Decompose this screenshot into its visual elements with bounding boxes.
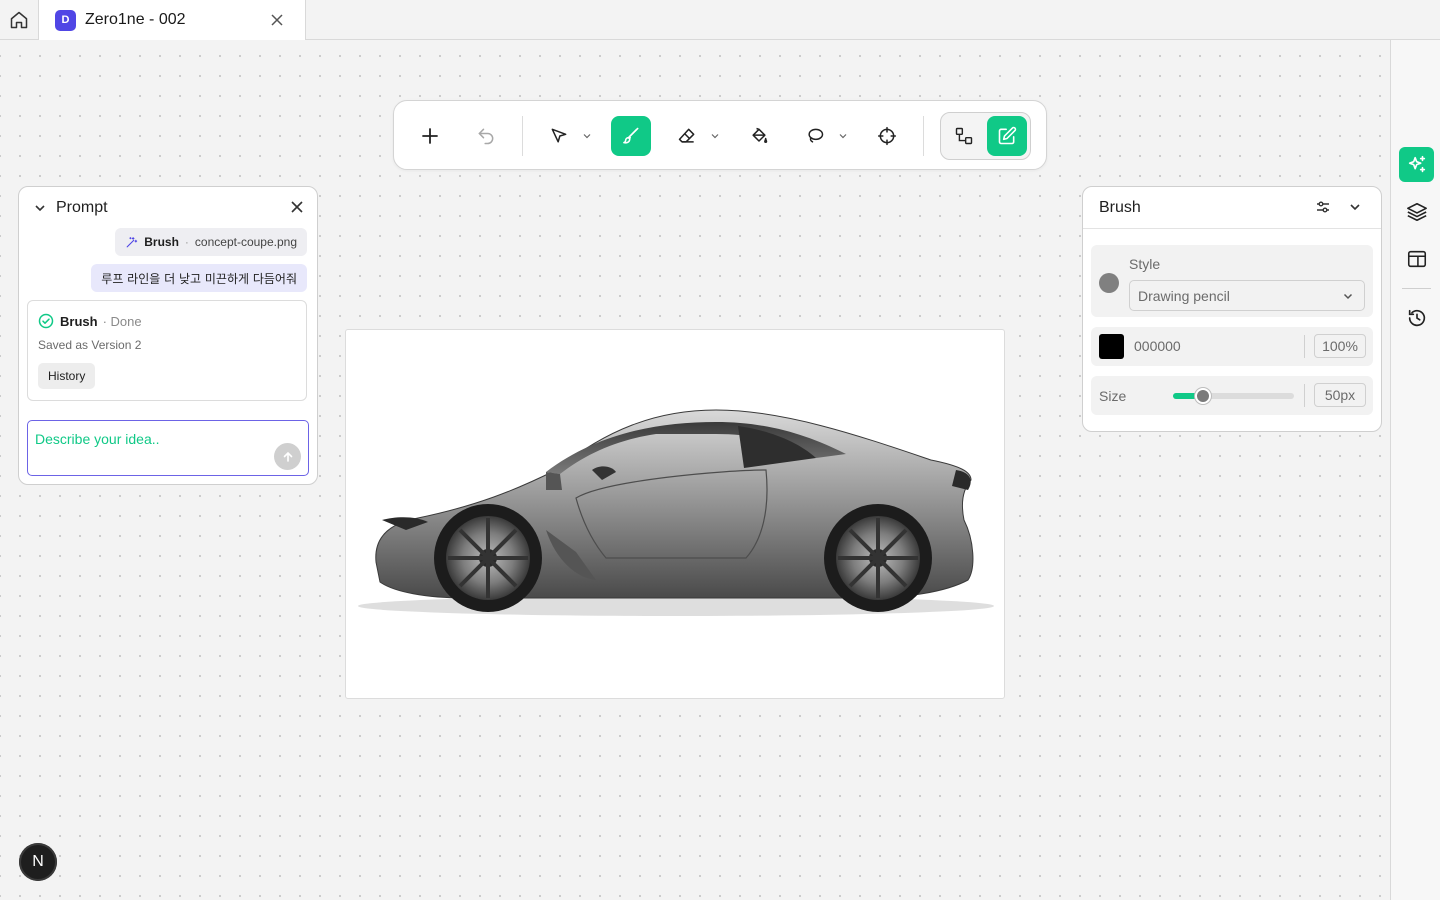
layout-icon <box>1407 250 1426 267</box>
size-input[interactable]: 50px <box>1314 383 1366 407</box>
result-status: · Done <box>102 313 142 329</box>
add-tool[interactable] <box>410 116 450 156</box>
result-card: Brush · Done Saved as Version 2 History <box>27 300 307 401</box>
result-header: Brush · Done <box>38 313 142 329</box>
paint-bucket-icon <box>752 127 768 143</box>
brush-tool[interactable] <box>611 116 651 156</box>
panel-title: Brush <box>1099 199 1141 216</box>
edit-mode-button[interactable] <box>987 116 1027 156</box>
undo-icon <box>478 128 494 145</box>
tab-bar: D Zero1ne - 002 <box>0 0 1440 40</box>
document-tab[interactable]: D Zero1ne - 002 <box>39 0 306 40</box>
chevron-down-icon[interactable] <box>583 132 591 140</box>
user-message: 루프 라인을 더 낮고 미끈하게 다듬어줘 <box>91 264 307 292</box>
style-section: Style Drawing pencil <box>1091 245 1373 317</box>
plus-icon <box>422 128 438 144</box>
color-hex-input[interactable]: 000000 <box>1134 338 1181 354</box>
layers-button[interactable] <box>1399 194 1434 229</box>
toolbar-divider <box>522 116 523 156</box>
color-swatch[interactable] <box>1099 334 1124 359</box>
lasso-icon <box>808 128 824 143</box>
canvas-image[interactable] <box>345 329 1005 699</box>
attachment-chip: Brush · concept-coupe.png <box>115 228 307 256</box>
layers-icon <box>1406 202 1427 221</box>
fill-tool[interactable] <box>739 116 779 156</box>
shapes-icon <box>955 127 973 145</box>
pointer-icon <box>551 128 567 143</box>
node-mode-button[interactable] <box>944 116 984 156</box>
color-section: 000000 100% <box>1091 327 1373 366</box>
style-label: Style <box>1129 256 1161 272</box>
right-rail <box>1390 40 1440 900</box>
workspace-badge: D <box>55 9 76 31</box>
arrow-up-icon <box>283 451 292 462</box>
history-button[interactable] <box>1399 300 1434 335</box>
layout-button[interactable] <box>1399 241 1434 276</box>
style-preview-dot <box>1099 273 1119 293</box>
chevron-down-icon[interactable] <box>1347 199 1363 215</box>
lasso-tool[interactable] <box>795 116 835 156</box>
tab-title: Zero1ne - 002 <box>85 11 186 28</box>
prompt-placeholder: Describe your idea.. <box>35 431 160 447</box>
drawing-toolbar <box>393 100 1047 170</box>
send-button[interactable] <box>274 443 301 470</box>
history-icon <box>1408 309 1425 326</box>
chevron-down-icon <box>1343 293 1353 300</box>
sparkle-icon <box>1408 155 1425 172</box>
result-tool-name: Brush <box>60 313 98 329</box>
mode-switch <box>940 112 1031 160</box>
prompt-panel: Prompt Brush · concept-coupe.png 루프 라인을 … <box>18 186 318 485</box>
panel-title: Prompt <box>56 199 108 216</box>
style-dropdown[interactable]: Drawing pencil <box>1129 280 1365 311</box>
size-section: Size 50px <box>1091 376 1373 415</box>
home-icon <box>10 11 28 28</box>
edit-icon <box>998 126 1017 145</box>
chip-tool-name: Brush <box>144 235 179 249</box>
field-divider <box>1304 335 1305 358</box>
home-button[interactable] <box>0 0 39 39</box>
select-tool[interactable] <box>539 116 579 156</box>
chip-file-name: concept-coupe.png <box>194 235 297 249</box>
eraser-tool[interactable] <box>667 116 707 156</box>
chevron-down-icon[interactable] <box>839 132 847 140</box>
eraser-icon <box>678 128 695 143</box>
chevron-down-icon[interactable] <box>711 132 719 140</box>
opacity-input[interactable]: 100% <box>1314 334 1366 358</box>
size-label: Size <box>1099 388 1127 404</box>
brush-icon <box>623 127 639 144</box>
user-avatar[interactable]: N <box>19 843 57 881</box>
magic-wand-icon <box>126 236 138 247</box>
chip-separator: · <box>184 235 189 249</box>
history-button[interactable]: History <box>38 363 96 389</box>
result-saved-text: Saved as Version 2 <box>38 338 142 352</box>
sliders-icon[interactable] <box>1315 199 1331 215</box>
undo-tool[interactable] <box>466 116 506 156</box>
car-image <box>358 409 994 616</box>
chevron-down-icon[interactable] <box>33 201 47 215</box>
close-icon[interactable] <box>269 12 285 28</box>
close-icon[interactable] <box>290 200 304 214</box>
field-divider <box>1304 384 1305 407</box>
brush-panel: Brush Style Drawing pencil 000000 100% S… <box>1082 186 1382 432</box>
size-slider-thumb[interactable] <box>1195 388 1212 404</box>
brush-panel-header: Brush <box>1083 187 1381 229</box>
prompt-input[interactable]: Describe your idea.. <box>27 420 309 476</box>
target-tool[interactable] <box>867 116 907 156</box>
style-value: Drawing pencil <box>1138 287 1230 304</box>
toolbar-divider <box>923 116 924 156</box>
crosshair-icon <box>877 126 897 146</box>
rail-divider <box>1402 288 1431 289</box>
ai-assistant-button[interactable] <box>1399 147 1434 182</box>
check-circle-icon <box>38 313 54 329</box>
